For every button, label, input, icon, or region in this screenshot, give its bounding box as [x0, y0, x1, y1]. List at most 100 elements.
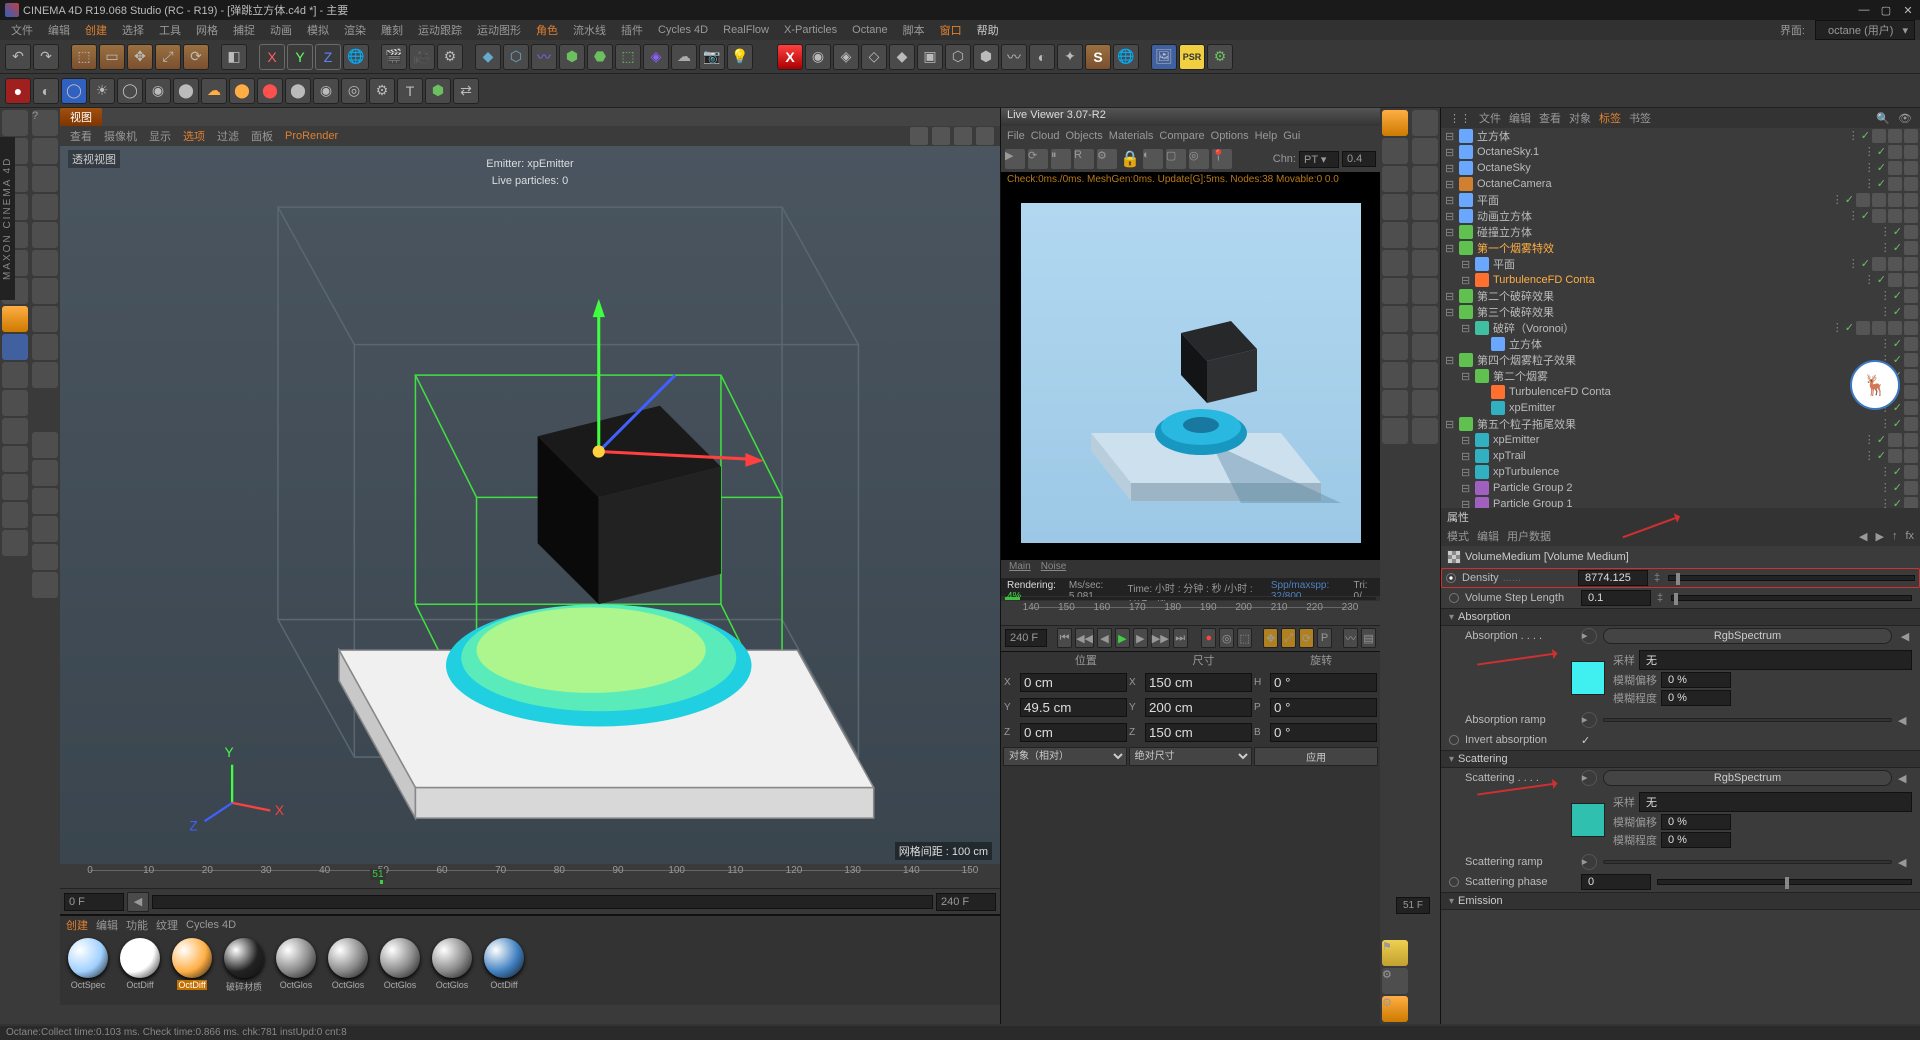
- sp2-8[interactable]: [1412, 306, 1438, 332]
- arrow-button[interactable]: [32, 138, 58, 164]
- sp2-10[interactable]: [1412, 362, 1438, 388]
- scale-tool-button[interactable]: ⤢: [155, 44, 181, 70]
- material-item[interactable]: OctSpec: [64, 938, 112, 1001]
- recent-tool-button[interactable]: ◧: [221, 44, 247, 70]
- abs-ramp-clear-icon[interactable]: ◀: [1898, 714, 1912, 727]
- camera-button[interactable]: 📷: [699, 44, 725, 70]
- grid1-button[interactable]: [32, 432, 58, 458]
- scat-ramp-button[interactable]: [1603, 860, 1892, 864]
- step-radio[interactable]: [1449, 593, 1459, 603]
- lv-clay-button[interactable]: ◐: [1143, 149, 1163, 169]
- object-row[interactable]: ⊟OctaneCamera⋮✓: [1441, 176, 1920, 192]
- material-item[interactable]: OctDiff: [480, 938, 528, 1001]
- sp1-7[interactable]: [1382, 278, 1408, 304]
- vmenu-prorender[interactable]: ProRender: [281, 130, 342, 142]
- xp-mod-button[interactable]: ◇: [861, 44, 887, 70]
- mat-tab-edit[interactable]: 编辑: [96, 917, 118, 933]
- scat-ramp-link-icon[interactable]: ▸: [1581, 854, 1597, 870]
- scat-phase-slider[interactable]: [1657, 879, 1912, 885]
- sphere2-button[interactable]: ◉: [313, 78, 339, 104]
- anim-mode-button[interactable]: [2, 334, 28, 360]
- vmenu-panel[interactable]: 面板: [247, 128, 277, 144]
- null-button[interactable]: ◆: [475, 44, 501, 70]
- undo-button[interactable]: ↶: [5, 44, 31, 70]
- childcomp-button[interactable]: [32, 334, 58, 360]
- mat-tab-func[interactable]: 功能: [126, 917, 148, 933]
- scat-phase-input[interactable]: 0: [1581, 874, 1651, 890]
- record-key-button[interactable]: ●: [1201, 628, 1216, 648]
- sphere3-button[interactable]: ◎: [341, 78, 367, 104]
- step-slider[interactable]: [1671, 595, 1912, 601]
- sp2-4[interactable]: [1412, 194, 1438, 220]
- environment-button[interactable]: ☁: [671, 44, 697, 70]
- model-mode-button[interactable]: [2, 110, 28, 136]
- abs-ramp-link-icon[interactable]: ▸: [1581, 712, 1597, 728]
- coord-pos-input[interactable]: [1020, 673, 1127, 692]
- orb2-button[interactable]: ◯: [61, 78, 87, 104]
- material-item[interactable]: OctGlos: [272, 938, 320, 1001]
- material-item[interactable]: OctGlos: [376, 938, 424, 1001]
- perspective-viewport[interactable]: 透视视图 Emitter: xpEmitter Live particles: …: [60, 146, 1000, 864]
- material-item[interactable]: 破碎材质: [220, 938, 268, 1001]
- object-row[interactable]: ⊟立方体⋮✓: [1441, 128, 1920, 144]
- object-row[interactable]: ⊟第四个烟雾粒子效果⋮✓: [1441, 352, 1920, 368]
- object-row[interactable]: xpEmitter⋮✓: [1441, 400, 1920, 416]
- vmenu-view[interactable]: 查看: [66, 128, 96, 144]
- object-row[interactable]: ⊟第二个破碎效果⋮✓: [1441, 288, 1920, 304]
- grid2-button[interactable]: [32, 460, 58, 486]
- scat-ramp-clear-icon[interactable]: ◀: [1898, 856, 1912, 869]
- abs-blurdeg-input[interactable]: 0 %: [1661, 690, 1731, 706]
- sp2-5[interactable]: [1412, 222, 1438, 248]
- maximize-button[interactable]: ▢: [1879, 4, 1893, 17]
- density-radio[interactable]: [1446, 573, 1456, 583]
- menu-file[interactable]: 文件: [5, 22, 39, 38]
- gear2-button[interactable]: ⚙: [369, 78, 395, 104]
- emission-section-header[interactable]: Emission: [1441, 892, 1920, 910]
- sp2-12[interactable]: [1412, 418, 1438, 444]
- object-manager-tree[interactable]: ⊟立方体⋮✓⊟OctaneSky.1⋮✓⊟OctaneSky⋮✓⊟OctaneC…: [1441, 128, 1920, 508]
- coord-size-input[interactable]: [1145, 698, 1252, 717]
- dope-button[interactable]: ▤: [1361, 628, 1376, 648]
- redo-button[interactable]: ↷: [33, 44, 59, 70]
- menu-script[interactable]: 脚本: [897, 22, 931, 38]
- attr-tab-edit[interactable]: 编辑: [1477, 528, 1499, 544]
- curve2-button[interactable]: [32, 194, 58, 220]
- scat-sample-select[interactable]: 无: [1639, 792, 1912, 812]
- attr-nav-fwd-icon[interactable]: ▶: [1875, 530, 1883, 543]
- sp1-2[interactable]: [1382, 138, 1408, 164]
- vmenu-display[interactable]: 显示: [145, 128, 175, 144]
- object-row[interactable]: ⊟xpTurbulence⋮✓: [1441, 464, 1920, 480]
- lv-menu-compare[interactable]: Compare: [1159, 130, 1204, 142]
- object-mode-button[interactable]: [2, 306, 28, 332]
- object-row[interactable]: ⊟Particle Group 2⋮✓: [1441, 480, 1920, 496]
- menu-snap[interactable]: 捕捉: [227, 22, 261, 38]
- om-tab-file[interactable]: 文件: [1479, 110, 1501, 126]
- cloud-button[interactable]: ☁: [201, 78, 227, 104]
- xp-spawn-button[interactable]: ✦: [1057, 44, 1083, 70]
- scat-color-swatch[interactable]: [1571, 803, 1605, 837]
- scattering-section-header[interactable]: Scattering: [1441, 750, 1920, 768]
- absorption-rgb-button[interactable]: RgbSpectrum: [1603, 628, 1892, 644]
- absorption-color-swatch[interactable]: [1571, 661, 1605, 695]
- xp-actions-button[interactable]: ⬡: [945, 44, 971, 70]
- menu-create[interactable]: 创建: [79, 22, 113, 38]
- spline-button[interactable]: 〰: [531, 44, 557, 70]
- menu-mograph[interactable]: 运动图形: [471, 22, 527, 38]
- sun-button[interactable]: ☀: [89, 78, 115, 104]
- grid5-button[interactable]: [32, 544, 58, 570]
- lv-chn-num[interactable]: 0.4: [1342, 151, 1376, 167]
- om-tab-objects[interactable]: 对象: [1569, 110, 1591, 126]
- softsel-button[interactable]: [32, 362, 58, 388]
- uvpoint-mode-button[interactable]: [2, 418, 28, 444]
- minimize-button[interactable]: —: [1857, 4, 1871, 17]
- axis-z-button[interactable]: Z: [315, 44, 341, 70]
- lv-render-output[interactable]: [1001, 187, 1380, 560]
- layout-selector[interactable]: octane (用户) ▾: [1815, 20, 1915, 40]
- menu-plugins[interactable]: 插件: [615, 22, 649, 38]
- lv-refresh-button[interactable]: ⟳: [1028, 149, 1048, 169]
- lv-menu-gui[interactable]: Gui: [1283, 130, 1300, 142]
- curve4-button[interactable]: [32, 250, 58, 276]
- lv-pin-button[interactable]: 📍: [1212, 149, 1232, 169]
- scat-rgb-button[interactable]: RgbSpectrum: [1603, 770, 1892, 786]
- run-gear-button[interactable]: ⚙: [1207, 44, 1233, 70]
